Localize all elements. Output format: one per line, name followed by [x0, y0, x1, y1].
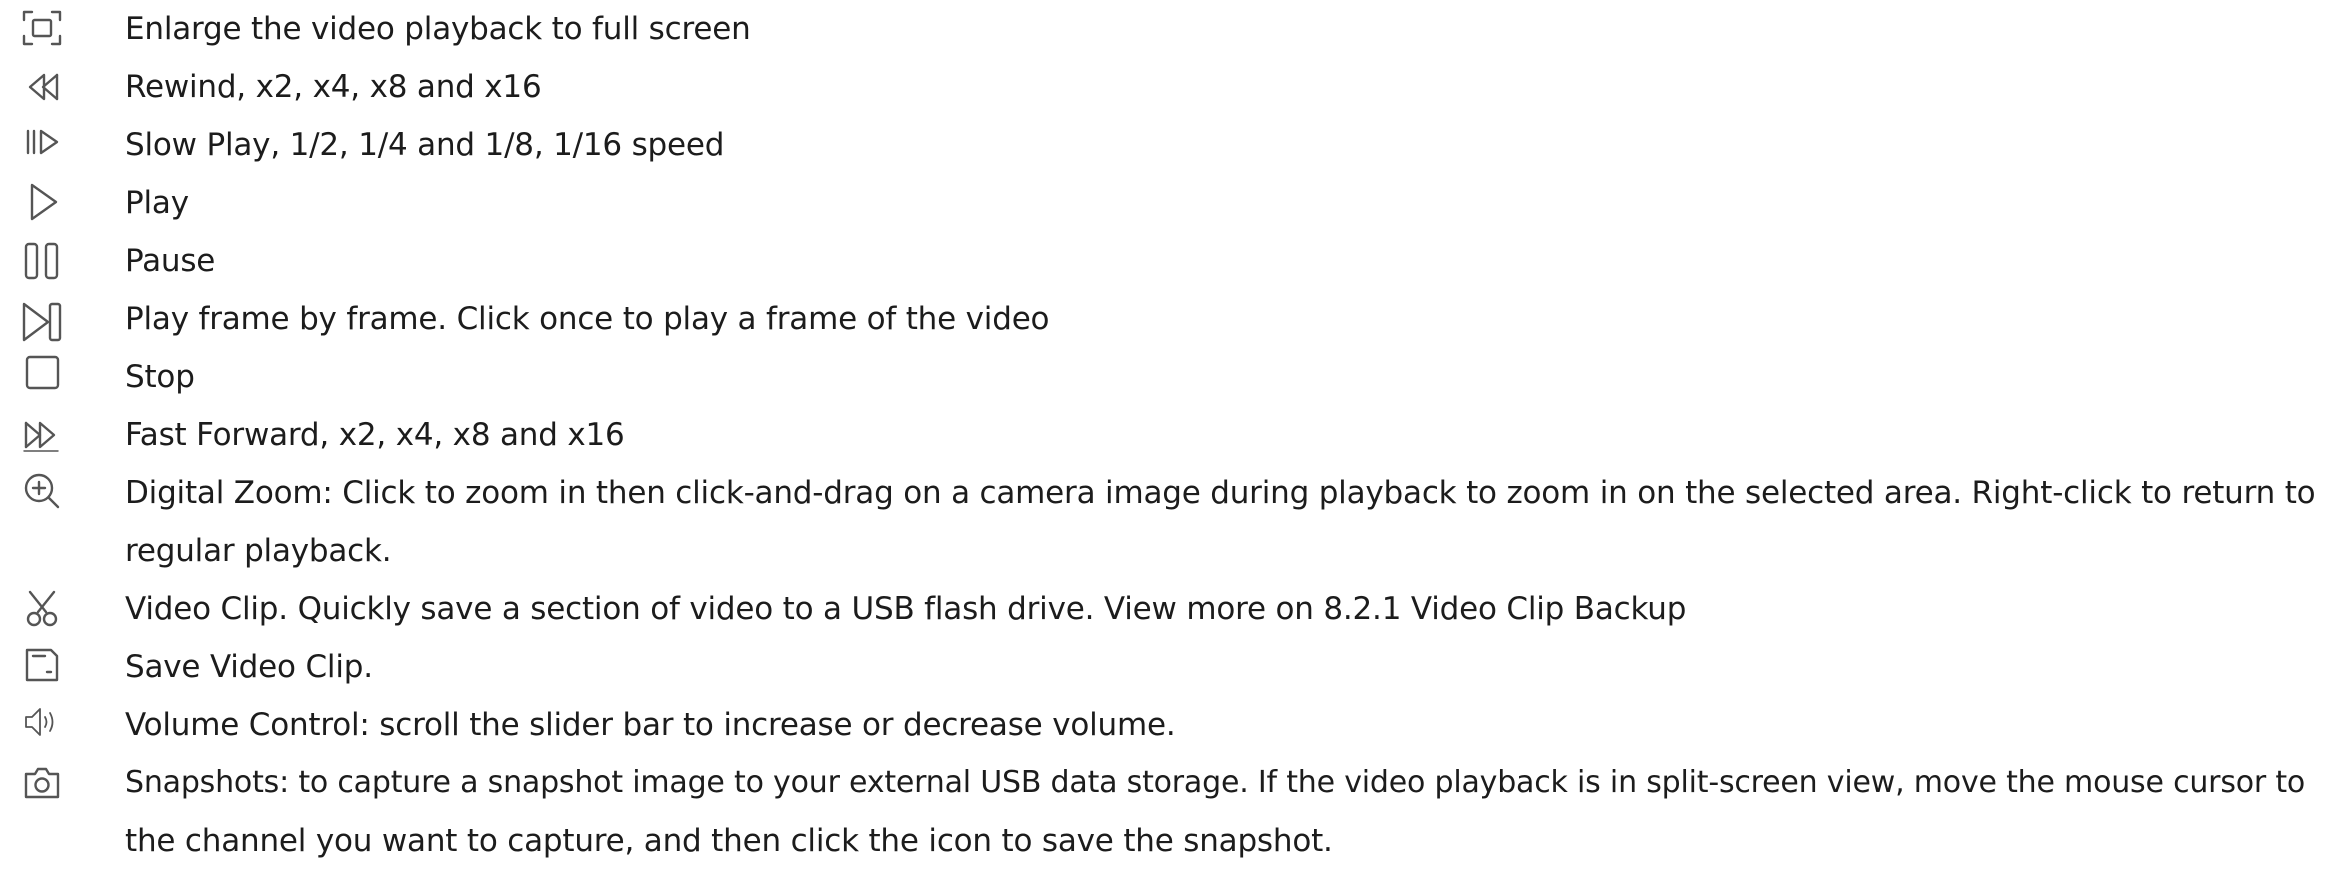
legend-description: Slow Play, 1/2, 1/4 and 1/8, 1/16 speed: [125, 127, 725, 163]
slow-play-icon: [20, 121, 64, 165]
play-icon: [20, 180, 64, 224]
legend-description: Play frame by frame. Click once to play …: [125, 301, 1050, 337]
legend-description: Digital Zoom: Click to zoom in then clic…: [125, 475, 2316, 511]
stop-icon: [20, 352, 64, 396]
volume-icon: [20, 701, 64, 745]
legend-description: Rewind, x2, x4, x8 and x16: [125, 69, 542, 105]
legend-description: Stop: [125, 359, 195, 395]
legend-description: Save Video Clip.: [125, 649, 373, 685]
legend-description: Enlarge the video playback to full scree…: [125, 11, 751, 47]
camera-icon: [20, 761, 64, 805]
legend-description: Volume Control: scroll the slider bar to…: [125, 707, 1176, 743]
scissors-icon: [20, 588, 64, 632]
legend-description: Fast Forward, x2, x4, x8 and x16: [125, 417, 625, 453]
pause-icon: [20, 239, 64, 283]
zoom-in-icon: [20, 469, 64, 513]
legend-description-continued: the channel you want to capture, and the…: [125, 823, 1333, 859]
fast-forward-icon: [20, 413, 64, 457]
legend-description-continued: regular playback.: [125, 533, 392, 569]
frame-step-icon: [20, 300, 64, 344]
rewind-icon: [20, 65, 64, 109]
fullscreen-icon: [20, 6, 64, 50]
legend-description: Video Clip. Quickly save a section of vi…: [125, 591, 1687, 627]
legend-description: Play: [125, 185, 189, 221]
save-icon: [20, 643, 64, 687]
legend-description: Snapshots: to capture a snapshot image t…: [125, 765, 2306, 800]
legend-description: Pause: [125, 243, 216, 279]
